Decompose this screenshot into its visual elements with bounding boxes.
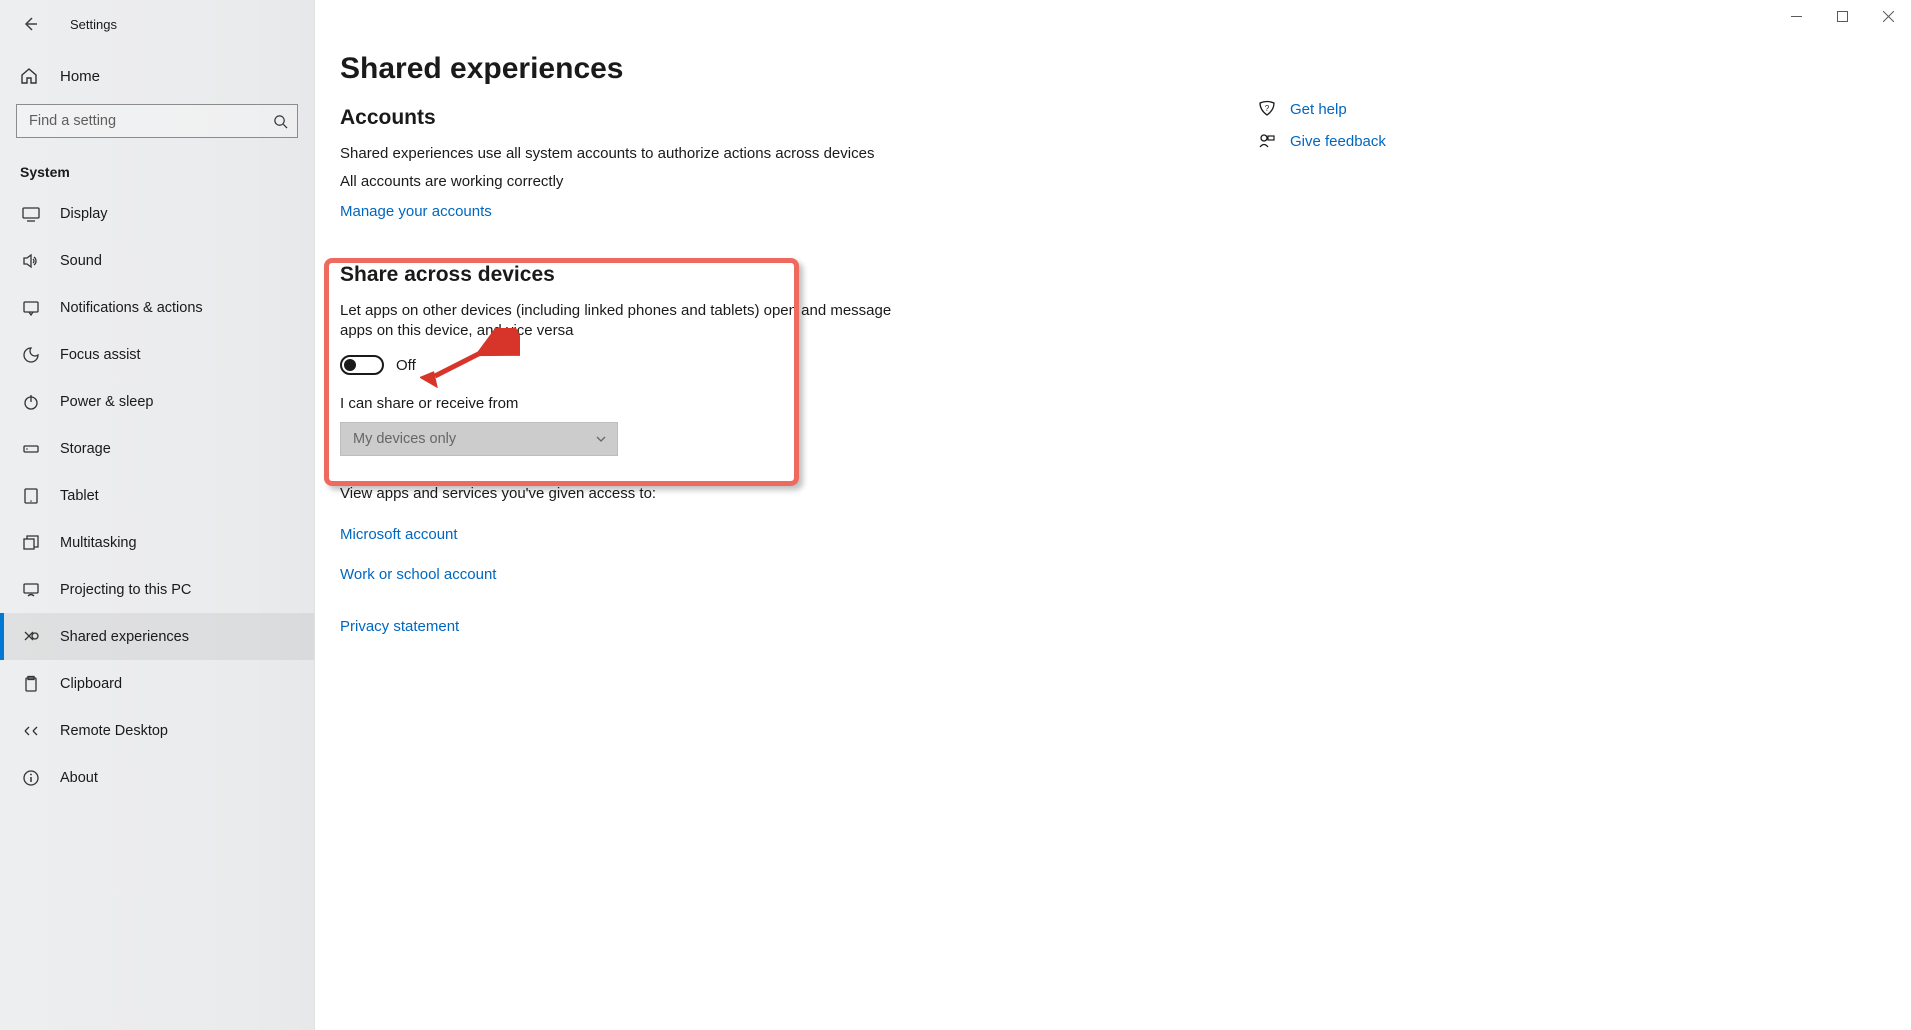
sidebar-item-label: About — [60, 770, 98, 786]
chevron-down-icon — [595, 433, 607, 445]
sidebar-item-shared-experiences[interactable]: Shared experiences — [0, 613, 314, 660]
give-feedback-label: Give feedback — [1290, 133, 1386, 150]
search-input[interactable] — [17, 113, 263, 129]
close-button[interactable] — [1865, 0, 1911, 32]
sidebar-item-focus-assist[interactable]: Focus assist — [0, 331, 314, 378]
minimize-icon — [1791, 11, 1802, 22]
home-label: Home — [60, 68, 100, 85]
give-feedback-link[interactable]: Give feedback — [1256, 132, 1556, 150]
svg-text:?: ? — [1265, 104, 1270, 113]
sidebar-item-label: Display — [60, 206, 108, 222]
sidebar-item-projecting[interactable]: Projecting to this PC — [0, 566, 314, 613]
multitasking-icon — [20, 532, 42, 554]
tablet-icon — [20, 485, 42, 507]
display-icon — [20, 203, 42, 225]
sidebar: Settings Home System Display Sound Notif… — [0, 0, 315, 1030]
shared-experiences-icon — [20, 626, 42, 648]
dropdown-value: My devices only — [353, 431, 456, 447]
work-school-account-link[interactable]: Work or school account — [340, 566, 496, 583]
clipboard-icon — [20, 673, 42, 695]
window-title: Settings — [70, 17, 117, 32]
page-title: Shared experiences — [340, 48, 1891, 86]
view-apps-label: View apps and services you've given acce… — [340, 484, 900, 504]
sidebar-item-label: Shared experiences — [60, 629, 189, 645]
sidebar-item-sound[interactable]: Sound — [0, 237, 314, 284]
power-icon — [20, 391, 42, 413]
back-button[interactable] — [10, 4, 50, 44]
sidebar-item-label: Multitasking — [60, 535, 137, 551]
about-icon — [20, 767, 42, 789]
privacy-statement-link[interactable]: Privacy statement — [340, 618, 459, 635]
back-arrow-icon — [22, 16, 38, 32]
manage-accounts-link[interactable]: Manage your accounts — [340, 203, 492, 220]
receive-from-dropdown[interactable]: My devices only — [340, 422, 618, 456]
microsoft-account-link[interactable]: Microsoft account — [340, 526, 458, 543]
toggle-knob — [344, 359, 356, 371]
share-toggle-row: Off — [340, 355, 1891, 375]
home-icon — [20, 67, 42, 85]
projecting-icon — [20, 579, 42, 601]
sidebar-item-label: Tablet — [60, 488, 99, 504]
sidebar-item-tablet[interactable]: Tablet — [0, 472, 314, 519]
sidebar-item-power-sleep[interactable]: Power & sleep — [0, 378, 314, 425]
nav-list: Display Sound Notifications & actions Fo… — [0, 190, 314, 801]
accounts-description: Shared experiences use all system accoun… — [340, 144, 900, 164]
sidebar-item-remote-desktop[interactable]: Remote Desktop — [0, 707, 314, 754]
sidebar-item-label: Notifications & actions — [60, 300, 203, 316]
get-help-link[interactable]: ? Get help — [1256, 100, 1556, 118]
search-box[interactable] — [16, 104, 298, 138]
notifications-icon — [20, 297, 42, 319]
feedback-icon — [1256, 132, 1278, 150]
accounts-status: All accounts are working correctly — [340, 172, 900, 192]
receive-from-label: I can share or receive from — [340, 395, 1891, 412]
window-controls — [1773, 0, 1911, 32]
sidebar-item-label: Projecting to this PC — [60, 582, 191, 598]
sidebar-item-multitasking[interactable]: Multitasking — [0, 519, 314, 566]
get-help-label: Get help — [1290, 101, 1347, 118]
category-title: System — [0, 138, 314, 190]
accounts-heading: Accounts — [340, 106, 1891, 130]
toggle-state-label: Off — [396, 357, 416, 374]
sidebar-item-clipboard[interactable]: Clipboard — [0, 660, 314, 707]
maximize-icon — [1837, 11, 1848, 22]
focus-assist-icon — [20, 344, 42, 366]
sound-icon — [20, 250, 42, 272]
share-toggle[interactable] — [340, 355, 384, 375]
sidebar-item-label: Remote Desktop — [60, 723, 168, 739]
sidebar-item-storage[interactable]: Storage — [0, 425, 314, 472]
sidebar-item-label: Clipboard — [60, 676, 122, 692]
main-content: Shared experiences Accounts Shared exper… — [340, 48, 1911, 1030]
help-icon: ? — [1256, 100, 1278, 118]
sidebar-item-about[interactable]: About — [0, 754, 314, 801]
share-description: Let apps on other devices (including lin… — [340, 301, 900, 342]
sidebar-item-notifications[interactable]: Notifications & actions — [0, 284, 314, 331]
search-icon — [263, 104, 297, 138]
sidebar-item-label: Sound — [60, 253, 102, 269]
titlebar: Settings — [0, 0, 314, 48]
close-icon — [1883, 11, 1894, 22]
minimize-button[interactable] — [1773, 0, 1819, 32]
remote-desktop-icon — [20, 720, 42, 742]
sidebar-item-label: Power & sleep — [60, 394, 154, 410]
sidebar-item-label: Focus assist — [60, 347, 141, 363]
side-panel: ? Get help Give feedback — [1256, 100, 1556, 164]
sidebar-item-label: Storage — [60, 441, 111, 457]
home-button[interactable]: Home — [0, 52, 314, 100]
share-heading: Share across devices — [340, 263, 1891, 287]
storage-icon — [20, 438, 42, 460]
sidebar-item-display[interactable]: Display — [0, 190, 314, 237]
maximize-button[interactable] — [1819, 0, 1865, 32]
